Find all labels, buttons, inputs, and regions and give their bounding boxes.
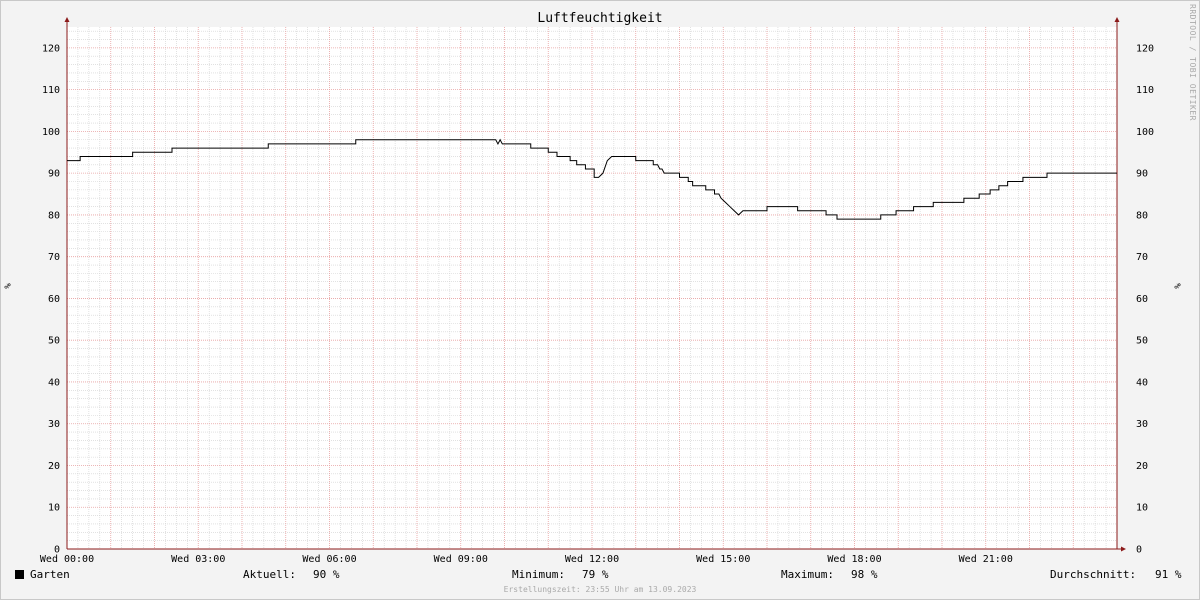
x-axis-arrow (1121, 546, 1126, 552)
legend-min-label: Minimum: (512, 568, 565, 581)
y-tick-label-left: 70 (48, 252, 60, 263)
y-tick-label-right: 70 (1136, 252, 1148, 263)
y-tick-label-right: 60 (1136, 294, 1148, 305)
y-tick-label-left: 80 (48, 210, 60, 221)
y-tick-label-right: 40 (1136, 377, 1148, 388)
y-tick-label-right: 100 (1136, 127, 1154, 138)
legend-max-value: 98 % (851, 568, 878, 581)
y-axis-arrow-right (1114, 17, 1120, 22)
legend-max-label: Maximum: (781, 568, 834, 581)
y-tick-label-left: 50 (48, 336, 60, 347)
y-tick-label-left: 40 (48, 377, 60, 388)
y-tick-label-left: 10 (48, 503, 60, 514)
legend-avg-value: 91 % (1155, 568, 1182, 581)
x-tick-label: Wed 03:00 (171, 554, 225, 565)
y-tick-label-right: 50 (1136, 336, 1148, 347)
x-tick-label: Wed 00:00 (40, 554, 94, 565)
y-tick-label-left: 20 (48, 461, 60, 472)
y-axis-arrow-left (64, 17, 70, 22)
legend-series-name: Garten (30, 568, 70, 581)
x-tick-label: Wed 15:00 (696, 554, 750, 565)
x-tick-label: Wed 12:00 (565, 554, 619, 565)
x-tick-label: Wed 09:00 (434, 554, 488, 565)
legend-min-value: 79 % (582, 568, 609, 581)
legend-swatch (15, 570, 24, 579)
y-tick-label-right: 30 (1136, 419, 1148, 430)
y-tick-label-left: 110 (42, 85, 60, 96)
y-tick-label-right: 20 (1136, 461, 1148, 472)
y-tick-label-right: 90 (1136, 169, 1148, 180)
legend-current-value: 90 % (313, 568, 340, 581)
y-tick-label-right: 80 (1136, 210, 1148, 221)
y-tick-label-right: 120 (1136, 43, 1154, 54)
y-tick-label-left: 60 (48, 294, 60, 305)
y-tick-label-right: 110 (1136, 85, 1154, 96)
legend-avg-label: Durchschnitt: (1050, 568, 1137, 581)
y-tick-label-left: 90 (48, 169, 60, 180)
y-tick-label-left: 100 (42, 127, 60, 138)
y-tick-label-left: 30 (48, 419, 60, 430)
chart-canvas: 0 010 1020 2030 3040 4050 5060 6070 7080 8090 9010… (40, 17, 1154, 565)
creation-timestamp: Erstellungszeit: 23:55 Uhr am 13.09.2023 (503, 585, 697, 594)
y-tick-label-right: 10 (1136, 503, 1148, 514)
x-tick-label: Wed 18:00 (827, 554, 881, 565)
x-tick-label: Wed 06:00 (302, 554, 356, 565)
x-tick-label: Wed 21:00 (959, 554, 1013, 565)
y-tick-label-right: 0 (1136, 545, 1142, 556)
legend-current-label: Aktuell: (243, 568, 296, 581)
y-tick-label-left: 120 (42, 43, 60, 54)
